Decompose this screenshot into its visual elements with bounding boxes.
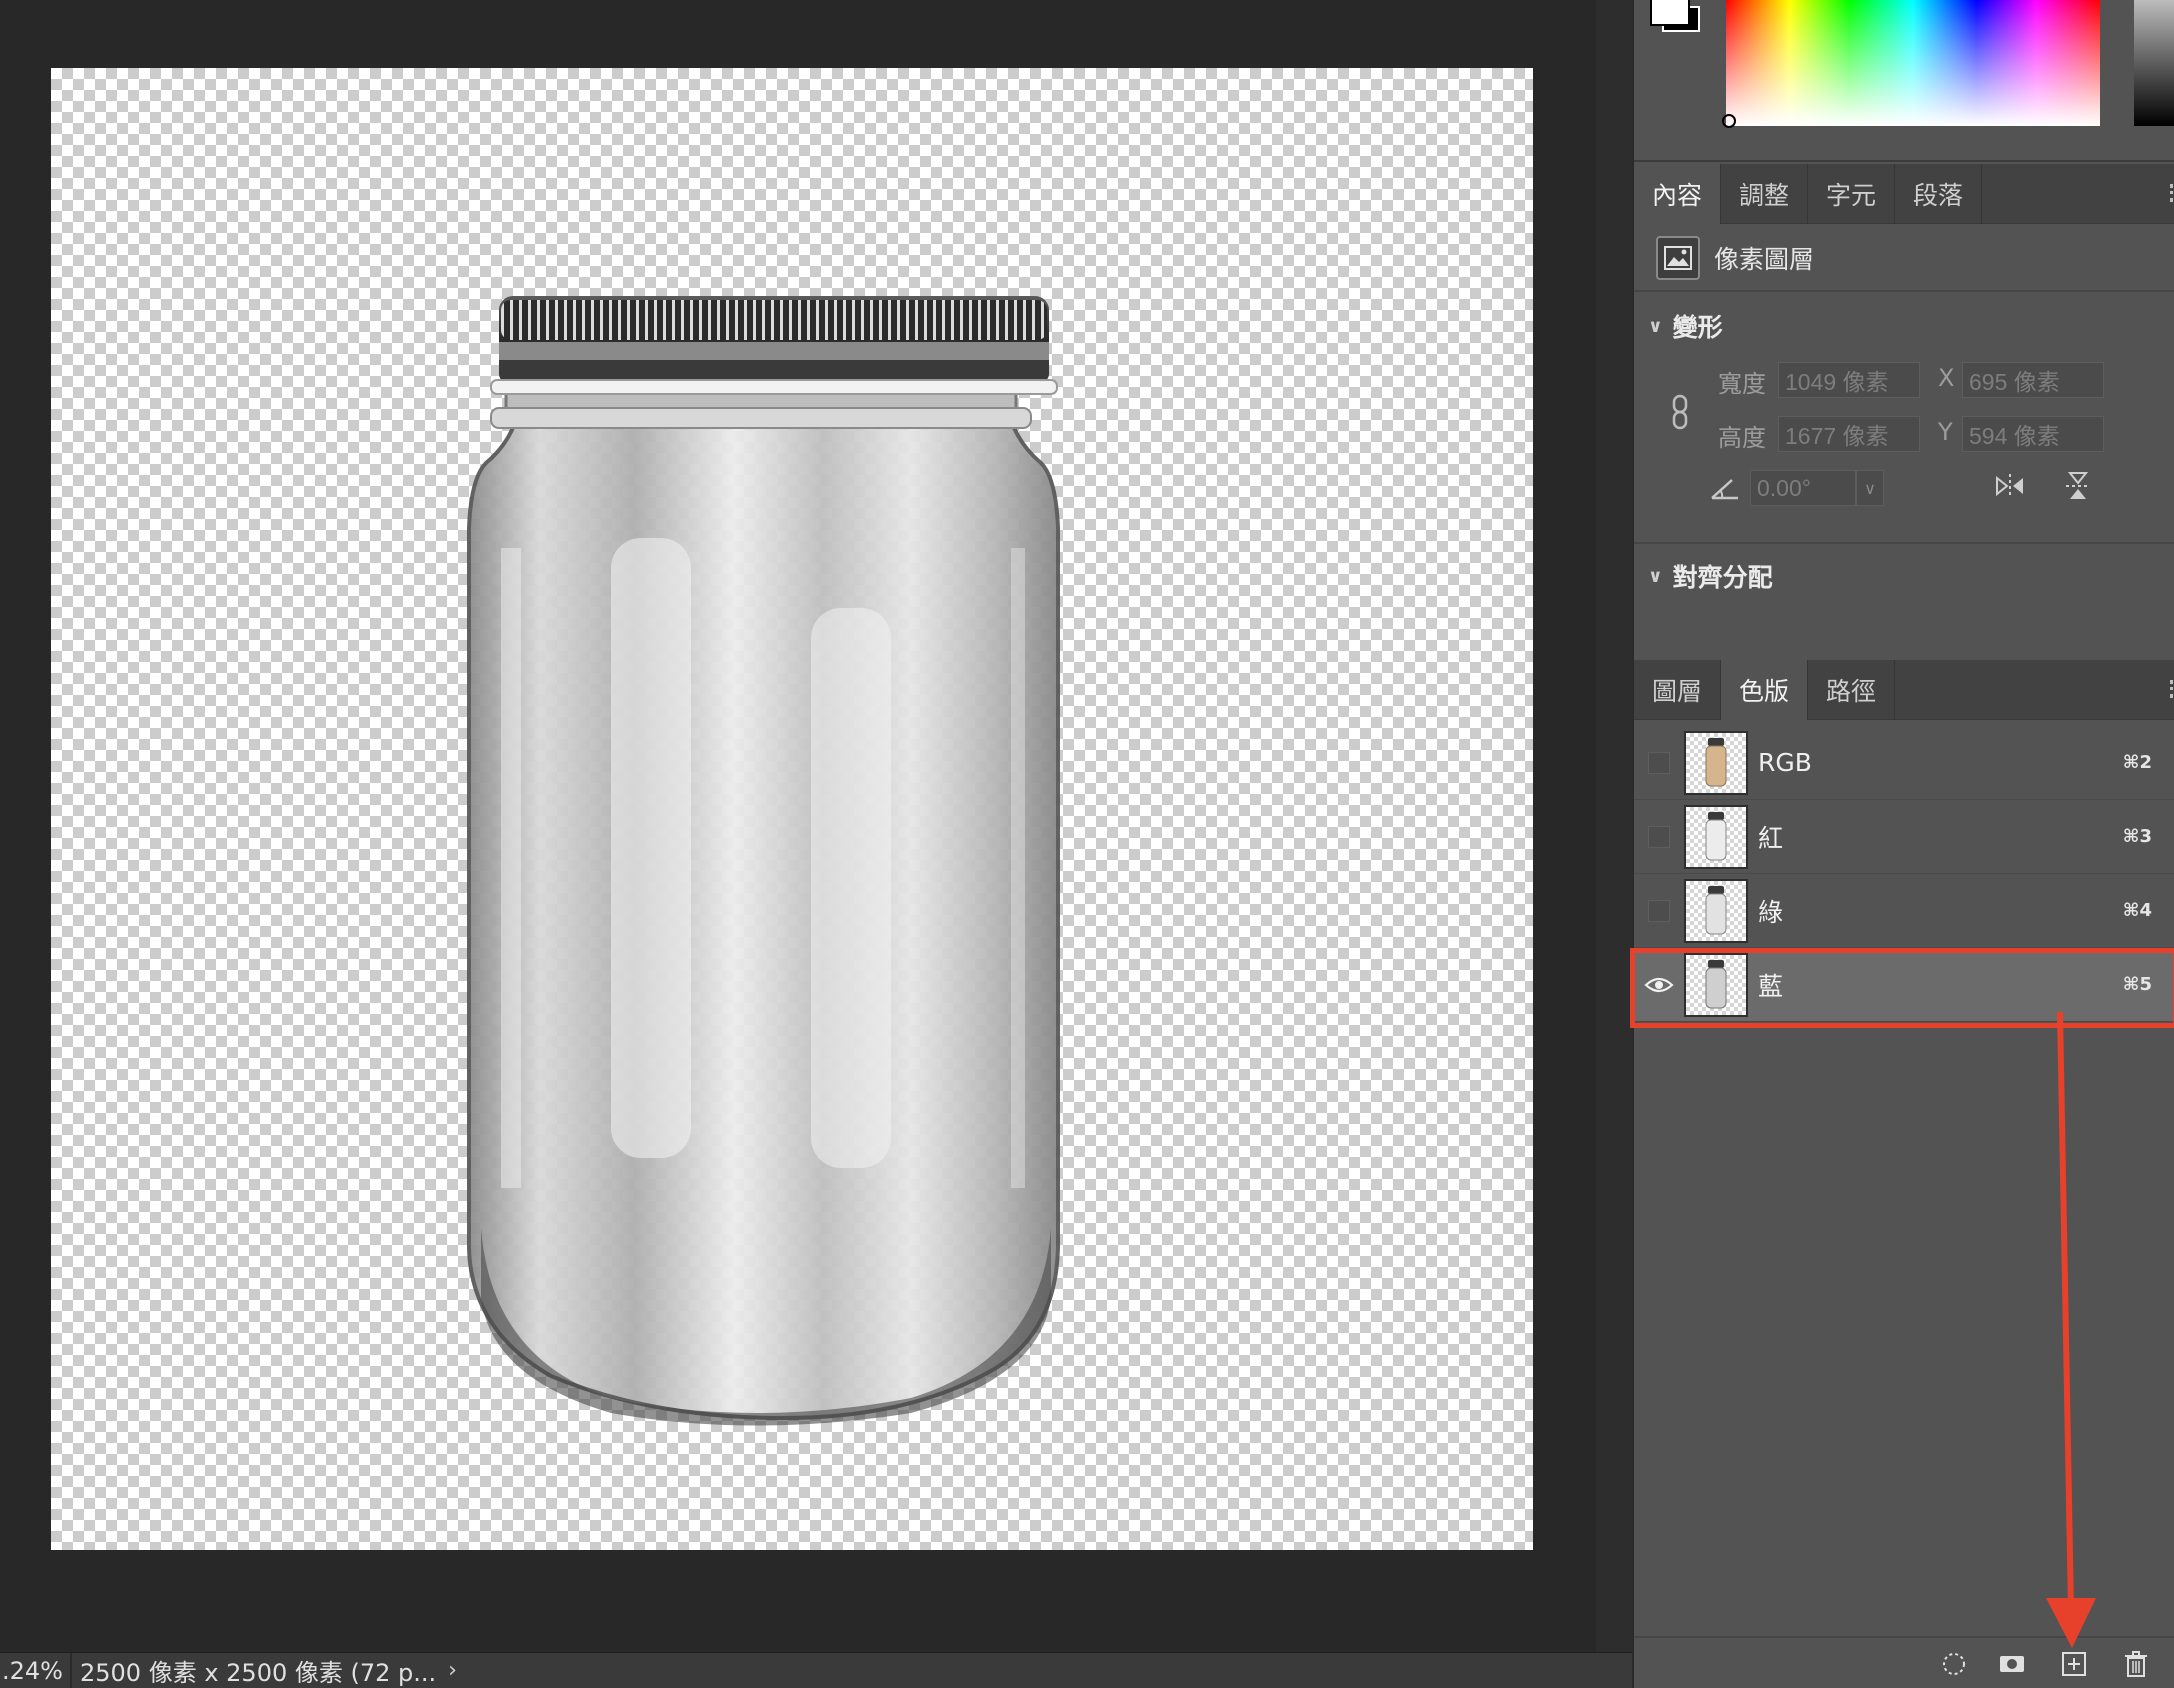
properties-body: 像素圖層 ∨ 變形 寬度 1049 像素 X 695 像素 高度 1677 像素… (1634, 224, 2174, 658)
tab-paragraph[interactable]: 段落 (1895, 164, 1983, 224)
new-channel-icon[interactable] (2060, 1650, 2088, 1678)
load-selection-icon[interactable] (1940, 1650, 1968, 1678)
tab-channels[interactable]: 色版 (1721, 660, 1809, 720)
height-field[interactable]: 1677 像素 (1778, 416, 1920, 452)
document-info[interactable]: 2500 像素 x 2500 像素 (72 p... › (72, 1653, 457, 1688)
channel-name: 紅 (1758, 823, 1784, 853)
properties-tabs: 內容 調整 字元 段落 (1634, 164, 2174, 224)
y-label: Y (1938, 418, 1953, 446)
tab-layers[interactable]: 圖層 (1634, 660, 1722, 720)
channel-thumbnail (1684, 730, 1748, 795)
divider (1634, 290, 2174, 292)
channel-thumbnail (1684, 878, 1748, 943)
channel-shortcut: ⌘2 (2122, 752, 2152, 773)
color-cursor-icon[interactable] (1722, 114, 1736, 128)
tab-paths[interactable]: 路徑 (1808, 660, 1896, 720)
channels-list: RGB ⌘2 紅 ⌘3 綠 ⌘4 藍 ⌘5 (1634, 720, 2174, 1636)
transform-section-header[interactable]: ∨ 變形 (1648, 308, 1723, 344)
y-position-field[interactable]: 594 像素 (1962, 416, 2104, 452)
channel-name: RGB (1758, 748, 1812, 777)
channel-row-rgb[interactable]: RGB ⌘2 (1634, 726, 2174, 800)
color-picker-panel (1634, 0, 2174, 162)
height-label: 高度 (1718, 424, 1766, 452)
channel-thumbnail (1684, 804, 1748, 869)
link-icon[interactable] (1670, 392, 1690, 432)
angle-field[interactable]: 0.00° (1750, 470, 1856, 506)
angle-icon (1711, 479, 1738, 500)
flip-vertical-icon[interactable] (2062, 470, 2094, 502)
layers-tabs: 圖層 色版 路徑 (1634, 660, 2174, 720)
chevron-down-icon: ∨ (1648, 565, 1663, 587)
layer-kind-label: 像素圖層 (1714, 245, 1815, 274)
right-panel: 內容 調整 字元 段落 像素圖層 ∨ 變形 寬度 1049 像素 X 695 像… (1630, 0, 2174, 1688)
visibility-toggle[interactable] (1648, 825, 1670, 848)
channel-name: 綠 (1758, 897, 1784, 927)
foreground-color-swatch[interactable] (1650, 0, 1690, 26)
eye-icon[interactable] (1644, 975, 1674, 995)
flip-horizontal-icon[interactable] (1994, 470, 2026, 502)
tab-properties[interactable]: 內容 (1634, 164, 1722, 224)
glass-jar-image (467, 296, 1060, 1426)
transform-title: 變形 (1672, 313, 1723, 342)
tab-character[interactable]: 字元 (1808, 164, 1896, 224)
panel-menu-icon[interactable] (2170, 680, 2174, 698)
document-canvas[interactable] (51, 68, 1533, 1550)
width-field[interactable]: 1049 像素 (1778, 362, 1920, 398)
angle-dropdown-icon[interactable]: ∨ (1856, 470, 1884, 506)
align-title: 對齊分配 (1672, 563, 1773, 592)
width-label: 寬度 (1718, 370, 1766, 398)
doc-info-arrow-icon[interactable]: › (448, 1658, 457, 1683)
visibility-toggle[interactable] (1648, 899, 1670, 922)
channel-shortcut: ⌘4 (2122, 900, 2152, 921)
channels-toolbar (1634, 1636, 2174, 1688)
panel-menu-icon[interactable] (2170, 184, 2174, 202)
canvas-scroll-gutter[interactable] (1596, 0, 1632, 1652)
align-section-header[interactable]: ∨ 對齊分配 (1648, 558, 1773, 594)
channel-thumbnail (1684, 952, 1748, 1017)
document-size-text: 2500 像素 x 2500 像素 (72 p... (80, 1659, 437, 1687)
channel-row-red[interactable]: 紅 ⌘3 (1634, 800, 2174, 874)
save-selection-icon[interactable] (1998, 1650, 2026, 1678)
tab-adjustments[interactable]: 調整 (1721, 164, 1809, 224)
channel-shortcut: ⌘5 (2122, 974, 2152, 995)
x-label: X (1938, 364, 1955, 392)
pixel-layer-icon (1656, 236, 1700, 280)
channel-row-green[interactable]: 綠 ⌘4 (1634, 874, 2174, 948)
layer-kind-row: 像素圖層 (1656, 234, 1814, 282)
x-position-field[interactable]: 695 像素 (1962, 362, 2104, 398)
color-spectrum[interactable] (1726, 0, 2100, 126)
channel-shortcut: ⌘3 (2122, 826, 2152, 847)
grayscale-ramp[interactable] (2134, 0, 2174, 126)
divider (1634, 542, 2174, 544)
visibility-toggle[interactable] (1648, 751, 1670, 774)
channel-name: 藍 (1758, 971, 1784, 1001)
zoom-level[interactable]: .24% (0, 1653, 72, 1688)
channel-row-blue[interactable]: 藍 ⌘5 (1634, 948, 2174, 1022)
chevron-down-icon: ∨ (1648, 315, 1663, 337)
canvas-area[interactable] (0, 0, 1596, 1652)
trash-icon[interactable] (2122, 1650, 2150, 1678)
status-bar: .24% 2500 像素 x 2500 像素 (72 p... › (0, 1652, 1632, 1688)
